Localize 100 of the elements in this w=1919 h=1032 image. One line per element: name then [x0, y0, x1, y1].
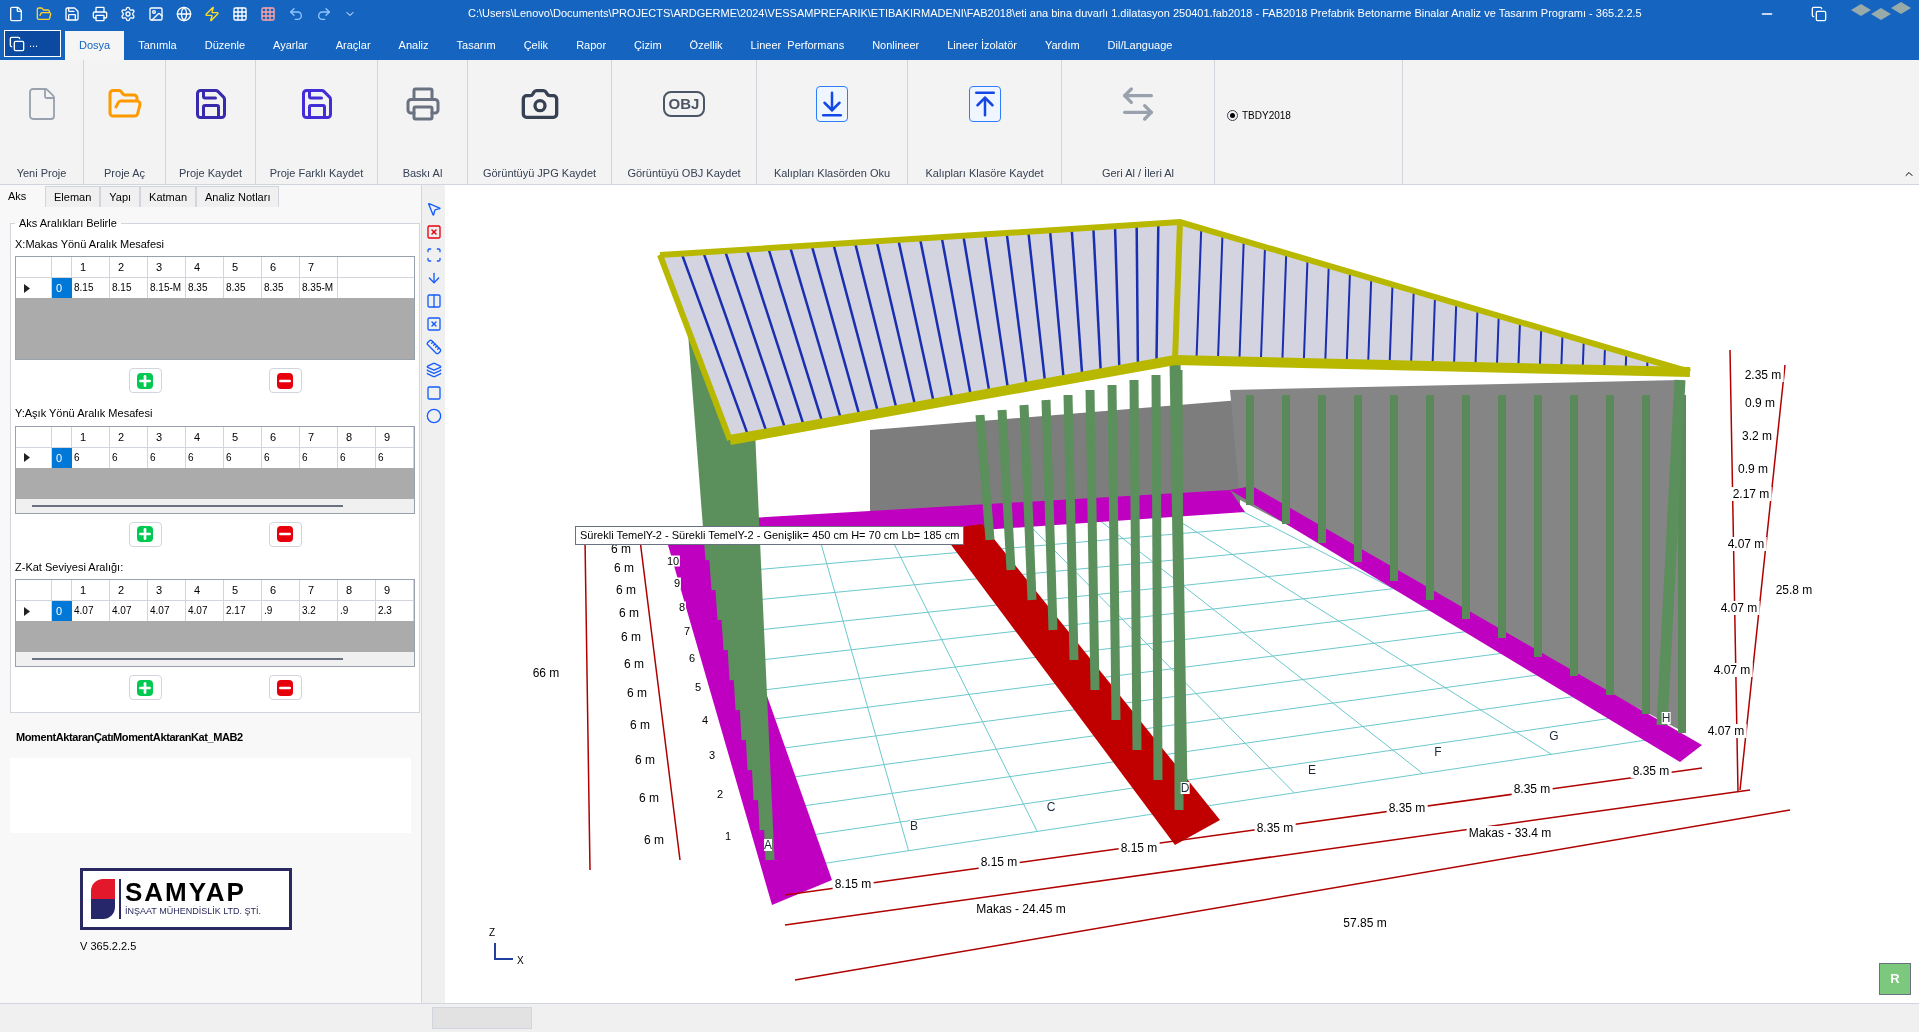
table-cell[interactable]: 4.07 — [148, 601, 186, 621]
panel-tab[interactable]: Eleman — [45, 186, 101, 207]
menu-tab[interactable]: Dil/Language — [1093, 31, 1187, 60]
table-cell[interactable]: 6 — [224, 447, 262, 468]
table-cell[interactable]: 6 — [376, 447, 414, 468]
table-cell[interactable]: 8.15 — [110, 278, 148, 298]
version-label: V 365.2.2.5 — [80, 938, 138, 954]
horizontal-scrollbar[interactable] — [16, 498, 414, 513]
folder-icon[interactable] — [36, 5, 52, 22]
dimension-label: 6 m — [628, 718, 652, 732]
settings-icon[interactable] — [120, 5, 136, 22]
layers-icon[interactable] — [425, 362, 442, 378]
horizontal-scrollbar[interactable] — [16, 652, 414, 666]
table-cell[interactable]: 6 — [186, 447, 224, 468]
row-pointer-icon — [24, 453, 30, 462]
menu-tab[interactable]: Ayarlar — [259, 31, 322, 60]
remove-button[interactable] — [268, 368, 302, 393]
menu-tab[interactable]: Lineer İzolatör — [933, 31, 1031, 60]
table-cell[interactable]: 6 — [262, 447, 300, 468]
column-header: 6 — [262, 426, 300, 447]
table-cell[interactable]: 4.07 — [186, 601, 224, 621]
ruler-icon[interactable] — [425, 339, 442, 355]
lightning-icon[interactable] — [204, 5, 220, 22]
logo-subtitle: İNŞAAT MÜHENDİSLİK LTD. ŞTİ. — [125, 904, 262, 918]
table-cell[interactable]: 6 — [300, 447, 338, 468]
table-cell[interactable]: 6 — [338, 447, 376, 468]
menu-tab[interactable]: Tasarım — [442, 31, 510, 60]
table-cell[interactable]: .9 — [262, 601, 300, 621]
menu-tab[interactable]: Çizim — [620, 31, 676, 60]
table-cell[interactable]: 8.35 — [262, 278, 300, 298]
row-index-cell[interactable]: 0 — [52, 601, 72, 621]
grid-icon[interactable] — [260, 5, 276, 22]
column-header: 9 — [376, 426, 414, 447]
ribbon-button[interactable]: OBJ — [654, 80, 714, 128]
grid-line-label: 8 — [677, 601, 687, 613]
axis-label: D — [1180, 782, 1190, 794]
table-cell[interactable]: 3.2 — [300, 601, 338, 621]
grid-line-label: 9 — [672, 577, 682, 589]
dimension-label: 6 m — [617, 606, 641, 620]
menu-tab[interactable]: Düzenle — [190, 31, 260, 60]
table-cell[interactable]: .9 — [338, 601, 376, 621]
restore-icon[interactable] — [1811, 5, 1827, 22]
table-cell[interactable]: 8.35 — [186, 278, 224, 298]
dimension-label: 8.35 m — [1511, 782, 1553, 796]
table-cell[interactable]: 8.35 — [224, 278, 262, 298]
crossed-box-icon[interactable] — [425, 316, 442, 332]
menu-tab[interactable]: Araçlar — [321, 31, 385, 60]
picture-icon[interactable] — [148, 5, 164, 22]
column-header: 8 — [338, 426, 376, 447]
ribbon-group-label: Görüntüyü OBJ Kaydet — [627, 165, 741, 181]
grid-line-label: 2 — [715, 788, 725, 800]
table-cell[interactable]: 4.07 — [72, 601, 110, 621]
remove-button[interactable] — [268, 521, 302, 547]
table-cell[interactable]: 6 — [72, 447, 110, 468]
ribbon-group-label: Geri Al / İleri Al — [1101, 165, 1175, 181]
pointer-icon[interactable] — [425, 201, 442, 217]
menu-tab[interactable]: Yardım — [1030, 31, 1094, 60]
row-pointer-icon — [24, 606, 30, 616]
globe-icon[interactable] — [176, 5, 192, 22]
menu-tab[interactable]: Özellik — [675, 31, 737, 60]
menu-tab[interactable]: Dosya — [65, 31, 125, 60]
panel-tab[interactable]: Katman — [140, 186, 197, 207]
panel-tab[interactable]: Analiz Notları — [196, 186, 280, 207]
table-cell[interactable]: 4.07 — [110, 601, 148, 621]
dimension-label: 2.17 m — [1730, 487, 1772, 501]
frame-icon[interactable] — [425, 247, 442, 263]
table-cell[interactable]: 6 — [110, 447, 148, 468]
dot-icon[interactable] — [425, 408, 442, 424]
dimension-label: 0.9 m — [1736, 462, 1770, 476]
dimension-label: 6 m — [612, 561, 636, 575]
menu-tab[interactable]: Çelik — [509, 31, 563, 60]
remove-button[interactable] — [268, 675, 302, 700]
dimension-label: 8.35 m — [1254, 821, 1296, 835]
table-cell[interactable]: 8.15-M — [148, 278, 186, 298]
table-cell[interactable]: 6 — [148, 447, 186, 468]
table-cell[interactable]: 2.17 — [224, 601, 262, 621]
grid-line-label: 6 — [687, 652, 697, 664]
redo-icon[interactable] — [316, 5, 332, 22]
menu-tab[interactable]: Lineer Performans — [736, 31, 859, 60]
menu-tab[interactable]: Nonlineer — [858, 31, 934, 60]
row-index-cell[interactable]: 0 — [52, 447, 72, 468]
column-header: 3 — [148, 580, 186, 600]
app-menu-button[interactable]: ... — [4, 30, 61, 57]
undo-icon[interactable] — [288, 5, 304, 22]
menu-tab[interactable]: Tanımla — [124, 31, 191, 60]
printer-icon[interactable] — [92, 5, 108, 22]
menu-tab[interactable]: Analiz — [384, 31, 443, 60]
close-icon[interactable] — [425, 224, 442, 240]
table-cell[interactable]: 8.15 — [72, 278, 110, 298]
panel-tab[interactable]: Yapı — [100, 186, 141, 207]
column-header: 2 — [110, 580, 148, 600]
row-index-cell[interactable]: 0 — [52, 278, 72, 298]
column-icon[interactable] — [425, 293, 442, 309]
radio-option[interactable]: TBDY2018 — [1227, 108, 1402, 123]
table-cell[interactable]: 8.35-M — [300, 278, 338, 298]
square-icon[interactable] — [425, 385, 442, 401]
new-file-icon[interactable] — [8, 5, 24, 22]
grid-line-label: 10 — [665, 555, 681, 567]
table-cell[interactable]: 2.3 — [376, 601, 414, 621]
menu-tab[interactable]: Rapor — [562, 31, 621, 60]
